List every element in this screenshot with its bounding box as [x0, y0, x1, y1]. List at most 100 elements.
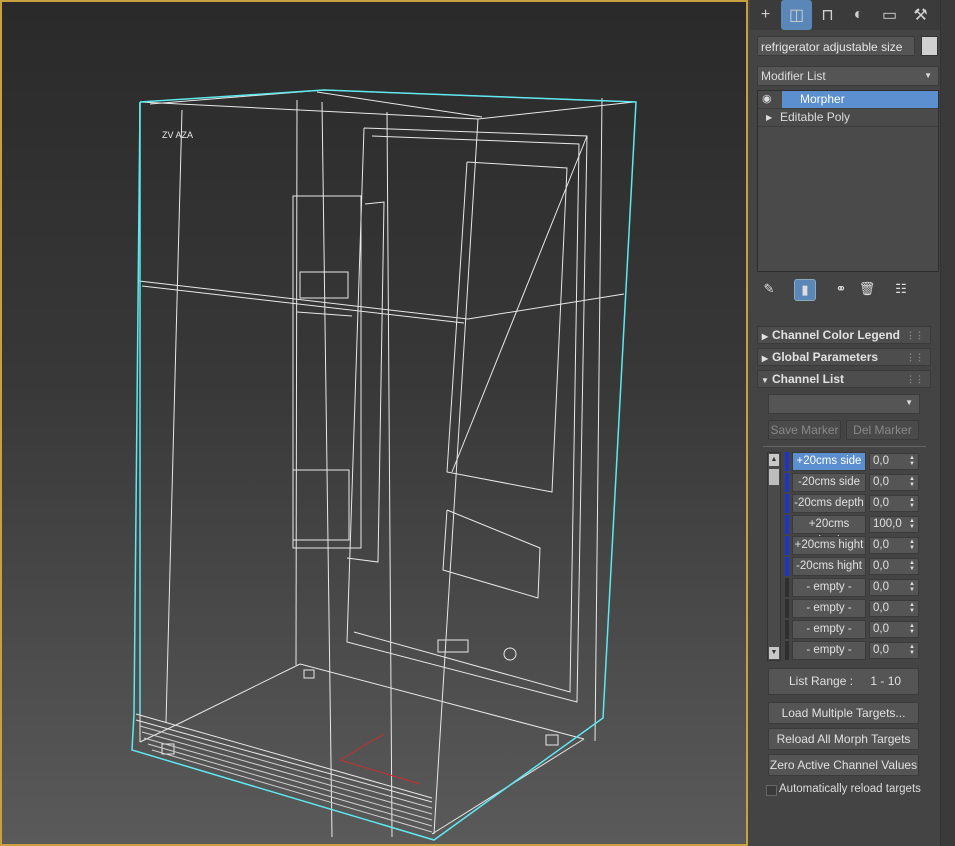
scroll-thumb[interactable]	[769, 469, 779, 485]
channel-row[interactable]: - empty - 0,0 ▲ ▼	[785, 620, 921, 639]
hierarchy-tab-icon[interactable]: ⊓	[812, 0, 843, 30]
expand-triangle-icon[interactable]: ▶	[766, 109, 772, 126]
rollout-channel-color-legend[interactable]: ▶ Channel Color Legend ⋮⋮	[757, 326, 931, 344]
channel-value: 0,0	[873, 455, 889, 467]
auto-reload-label: Automatically reload targets	[779, 783, 921, 795]
channel-value-spinner[interactable]: 0,0 ▲ ▼	[869, 621, 919, 638]
rollout-global-parameters[interactable]: ▶ Global Parameters ⋮⋮	[757, 348, 931, 366]
object-color-swatch[interactable]	[921, 36, 938, 56]
configure-sets-icon[interactable]: ☷	[891, 279, 911, 299]
channel-value: 0,0	[873, 581, 889, 593]
stack-item-morpher[interactable]: ◉ Morpher	[758, 91, 938, 109]
modifier-stack[interactable]: ◉ Morpher ▶ Editable Poly	[757, 90, 939, 272]
utilities-tab-icon[interactable]: ⚒	[905, 0, 936, 30]
channel-value-spinner[interactable]: 0,0 ▲ ▼	[869, 600, 919, 617]
channel-value: 0,0	[873, 644, 889, 656]
spinner-arrows-icon[interactable]: ▲ ▼	[909, 497, 915, 509]
channel-value-spinner[interactable]: 0,0 ▲ ▼	[869, 642, 919, 659]
channel-row[interactable]: -20cms depth 0,0 ▲ ▼	[785, 494, 921, 513]
channel-row[interactable]: +20cms hight 0,0 ▲ ▼	[785, 536, 921, 555]
channel-value-spinner[interactable]: 100,0 ▲ ▼	[869, 516, 919, 533]
rollout-channel-list[interactable]: ▼ Channel List ⋮⋮	[757, 370, 931, 388]
drag-handle-icon[interactable]: ⋮⋮	[906, 371, 924, 387]
create-tab-icon[interactable]: +	[750, 0, 781, 30]
rollout-title: Channel List	[772, 372, 845, 386]
trash-icon[interactable]: 🗑	[857, 279, 877, 299]
channel-status-bar	[785, 578, 789, 597]
channel-status-bar	[785, 620, 789, 639]
pin-stack-icon[interactable]: ✎	[759, 279, 779, 299]
show-end-result-icon[interactable]: ▮	[794, 279, 816, 301]
spinner-arrows-icon[interactable]: ▲ ▼	[909, 476, 915, 488]
channel-status-bar	[785, 536, 789, 555]
spinner-arrows-icon[interactable]: ▲ ▼	[909, 644, 915, 656]
display-tab-icon[interactable]: ▭	[874, 0, 905, 30]
channel-value: 100,0	[873, 518, 902, 530]
chevron-down-icon: ▼	[905, 398, 913, 407]
spinner-arrows-icon[interactable]: ▲ ▼	[909, 518, 915, 530]
spinner-arrows-icon[interactable]: ▲ ▼	[909, 539, 915, 551]
scroll-down-icon[interactable]: ▼	[769, 647, 779, 659]
channel-name-button[interactable]: - empty -	[792, 641, 866, 660]
channel-status-bar	[785, 557, 789, 576]
panel-scroll-strip[interactable]	[940, 0, 955, 846]
channel-row[interactable]: - empty - 0,0 ▲ ▼	[785, 641, 921, 660]
del-marker-button[interactable]: Del Marker	[846, 420, 919, 440]
rollout-title: Channel Color Legend	[772, 328, 901, 342]
expand-triangle-icon: ▶	[761, 332, 769, 341]
modify-tab-icon[interactable]: ◫	[781, 0, 812, 30]
channel-value: 0,0	[873, 602, 889, 614]
channel-scrollbar[interactable]: ▲ ▼	[767, 452, 781, 661]
channel-value-spinner[interactable]: 0,0 ▲ ▼	[869, 558, 919, 575]
channel-name-button[interactable]: - empty -	[792, 578, 866, 597]
stack-item-label: Morpher	[782, 91, 938, 108]
channel-row[interactable]: -20cms hight 0,0 ▲ ▼	[785, 557, 921, 576]
spinner-arrows-icon[interactable]: ▲ ▼	[909, 623, 915, 635]
channel-name-button[interactable]: +20cms hight	[792, 536, 866, 555]
channel-row[interactable]: +20cms depth 100,0 ▲▼	[785, 515, 921, 547]
channel-value-spinner[interactable]: 0,0 ▲ ▼	[869, 537, 919, 554]
drag-handle-icon[interactable]: ⋮⋮	[906, 349, 924, 365]
channel-value-spinner[interactable]: 0,0 ▲ ▼	[869, 495, 919, 512]
stack-item-label: Editable Poly	[780, 110, 851, 124]
object-name-field[interactable]: refrigerator adjustable size	[757, 36, 915, 56]
channel-status-bar	[785, 599, 789, 618]
channel-name-button[interactable]: +20cms side	[792, 452, 866, 471]
channel-value-spinner[interactable]: 0,0 ▲ ▼	[869, 579, 919, 596]
channel-status-bar	[785, 473, 789, 492]
spinner-arrows-icon[interactable]: ▲ ▼	[909, 455, 915, 467]
channel-name-button[interactable]: - empty -	[792, 620, 866, 639]
motion-tab-icon[interactable]: ◐	[843, 0, 874, 30]
spinner-arrows-icon[interactable]: ▲ ▼	[909, 560, 915, 572]
channel-name-button[interactable]: -20cms hight	[792, 557, 866, 576]
channel-name-button[interactable]: +20cms depth	[792, 515, 866, 547]
spinner-arrows-icon[interactable]: ▲ ▼	[909, 602, 915, 614]
reload-all-morph-targets-button[interactable]: Reload All Morph Targets	[768, 728, 919, 750]
channel-value-spinner[interactable]: 0,0 ▲ ▼	[869, 453, 919, 470]
channel-value: 0,0	[873, 476, 889, 488]
spinner-arrows-icon[interactable]: ▲ ▼	[909, 581, 915, 593]
marker-dropdown[interactable]: ▼	[768, 394, 920, 414]
channel-name-button[interactable]: - empty -	[792, 599, 866, 618]
scroll-up-icon[interactable]: ▲	[769, 454, 779, 466]
modifier-list-dropdown[interactable]: Modifier List ▼	[757, 66, 939, 86]
appliance-logo: ZV AZA	[162, 130, 193, 140]
make-unique-icon[interactable]: ⚭	[831, 279, 851, 299]
eye-icon[interactable]: ◉	[762, 93, 778, 105]
channel-row[interactable]: - empty - 0,0 ▲ ▼	[785, 578, 921, 597]
zero-active-channel-values-button[interactable]: Zero Active Channel Values	[768, 754, 919, 776]
channel-status-bar	[785, 641, 789, 660]
perspective-viewport[interactable]: ZV AZA	[0, 0, 748, 846]
channel-row[interactable]: +20cms side 0,0 ▲ ▼	[785, 452, 921, 471]
load-multiple-targets-button[interactable]: Load Multiple Targets...	[768, 702, 919, 724]
channel-name-button[interactable]: -20cms depth	[792, 494, 866, 513]
channel-name-button[interactable]: -20cms side	[792, 473, 866, 492]
channel-value-spinner[interactable]: 0,0 ▲ ▼	[869, 474, 919, 491]
channel-value: 0,0	[873, 539, 889, 551]
stack-item-editable-poly[interactable]: ▶ Editable Poly	[758, 109, 938, 127]
channel-row[interactable]: -20cms side 0,0 ▲ ▼	[785, 473, 921, 492]
drag-handle-icon[interactable]: ⋮⋮	[906, 327, 924, 343]
auto-reload-checkbox[interactable]	[766, 785, 777, 796]
save-marker-button[interactable]: Save Marker	[768, 420, 841, 440]
channel-row[interactable]: - empty - 0,0 ▲ ▼	[785, 599, 921, 618]
